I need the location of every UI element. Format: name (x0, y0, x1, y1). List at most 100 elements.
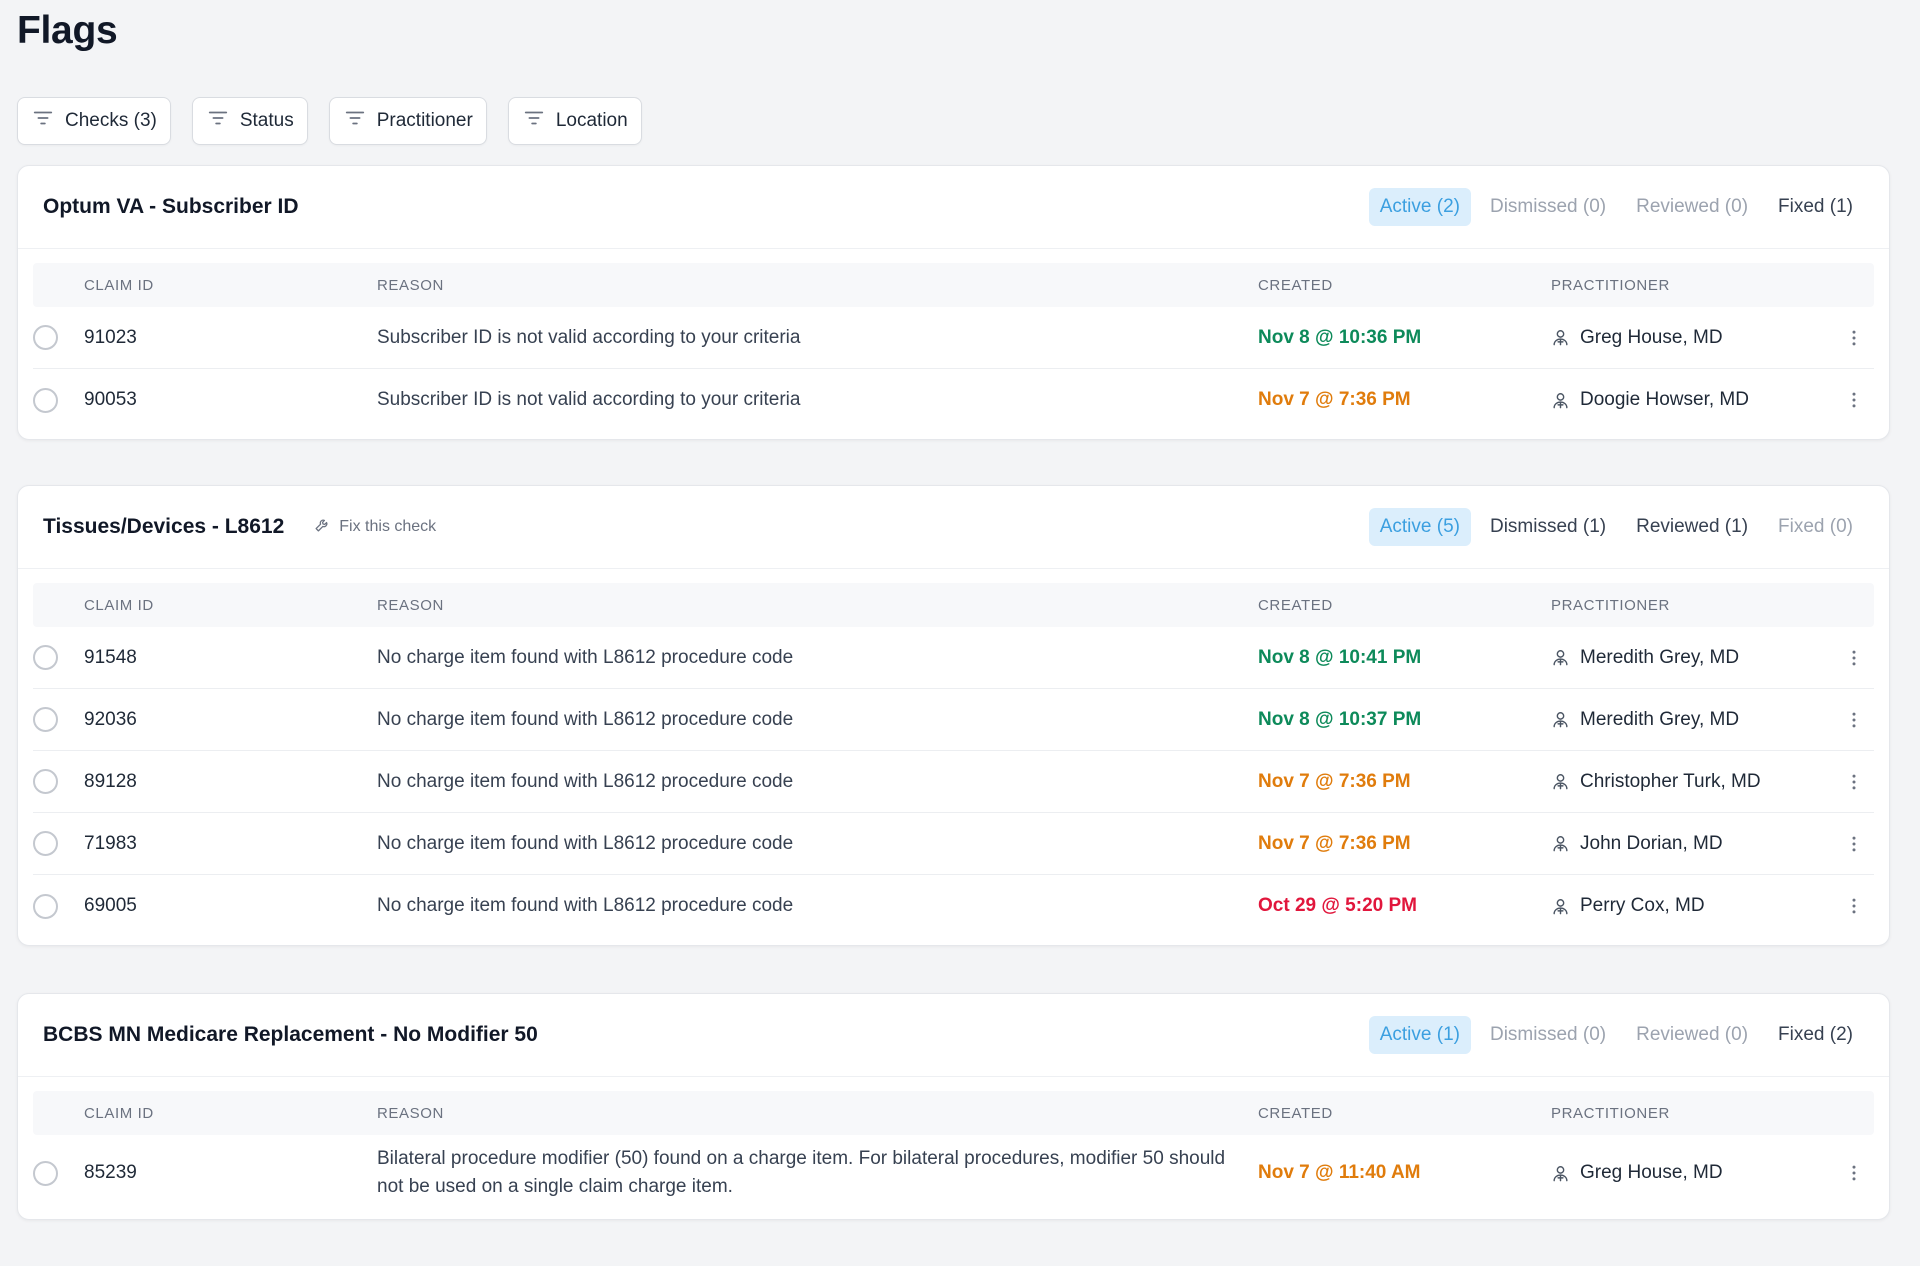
table-row[interactable]: 91023 Subscriber ID is not valid accordin… (33, 307, 1874, 369)
tab-active[interactable]: Active (2) (1368, 188, 1471, 226)
tab-reviewed[interactable]: Reviewed (1) (1625, 508, 1759, 546)
flag-reason: Bilateral procedure modifier (50) found … (377, 1148, 1226, 1197)
table-row[interactable]: 92036 No charge item found with L8612 pro… (33, 689, 1874, 751)
tab-fixed[interactable]: Fixed (0) (1767, 508, 1864, 546)
flags-table: CLAIM ID REASON CREATED PRACTITIONER 91548 No… (33, 583, 1874, 937)
filter-label: Location (555, 110, 628, 131)
practitioner-name: Greg House, MD (1580, 326, 1723, 348)
created-timestamp: Nov 7 @ 7:36 PM (1258, 832, 1411, 854)
filter-bar: Checks (3) Status Practitioner Location (17, 97, 1903, 145)
claim-id[interactable]: 92036 (84, 709, 377, 731)
tab-reviewed[interactable]: Reviewed (0) (1625, 1016, 1759, 1054)
tab-reviewed[interactable]: Reviewed (0) (1625, 188, 1759, 226)
column-header-reason: REASON (377, 276, 444, 294)
claim-id[interactable]: 89128 (84, 771, 377, 793)
page-title: Flags (17, 9, 118, 52)
tab-fixed[interactable]: Fixed (1) (1767, 188, 1864, 226)
more-options-icon[interactable] (1844, 1163, 1864, 1183)
table-row[interactable]: 90053 Subscriber ID is not valid accordin… (33, 369, 1874, 431)
status-tabs: Active (2) Dismissed (0) Reviewed (0) Fixed… (1368, 188, 1864, 226)
flag-reason: Subscriber ID is not valid according to … (377, 326, 801, 348)
created-timestamp: Nov 7 @ 7:36 PM (1258, 389, 1411, 410)
more-options-icon[interactable] (1844, 648, 1864, 668)
row-select-radio[interactable] (33, 831, 58, 856)
filter-status-button[interactable]: Status (191, 97, 308, 145)
filter-location-button[interactable]: Location (507, 97, 642, 145)
row-select-radio[interactable] (33, 893, 58, 919)
practitioner-name: Christopher Turk, MD (1580, 770, 1761, 792)
more-options-icon[interactable] (1844, 834, 1864, 854)
filter-icon (207, 107, 229, 135)
filter-label: Checks (3) (65, 110, 157, 131)
column-header-claim-id: CLAIM ID (84, 1104, 154, 1122)
table-row[interactable]: 71983 No charge item found with L8612 pro… (33, 813, 1874, 875)
fix-check-link[interactable]: Fix this check (314, 516, 436, 538)
column-header-practitioner: PRACTITIONER (1551, 1104, 1670, 1122)
table-row[interactable]: 89128 No charge item found with L8612 pro… (33, 751, 1874, 813)
column-header-practitioner: PRACTITIONER (1551, 276, 1670, 294)
tab-dismissed[interactable]: Dismissed (0) (1479, 1016, 1617, 1054)
column-header-created: CREATED (1258, 1104, 1333, 1122)
row-select-radio[interactable] (33, 769, 58, 794)
tab-active[interactable]: Active (5) (1368, 508, 1471, 546)
section-title: BCBS MN Medicare Replacement - No Modifi… (43, 1023, 538, 1046)
practitioner-name: Meredith Grey, MD (1580, 646, 1740, 668)
claim-id[interactable]: 71983 (84, 833, 377, 855)
column-header-reason: REASON (377, 596, 444, 614)
created-timestamp: Nov 7 @ 7:36 PM (1258, 770, 1411, 792)
created-timestamp: Nov 8 @ 10:36 PM (1258, 326, 1422, 348)
practitioner-name: John Dorian, MD (1580, 832, 1723, 854)
table-row[interactable]: 69005 No charge item found with L8612 pro… (33, 875, 1874, 937)
row-select-radio[interactable] (33, 1160, 58, 1186)
fix-check-label: Fix this check (339, 518, 437, 535)
flag-reason: No charge item found with L8612 procedur… (377, 895, 794, 916)
tab-dismissed[interactable]: Dismissed (1) (1479, 508, 1617, 546)
tab-fixed[interactable]: Fixed (2) (1767, 1016, 1864, 1054)
created-timestamp: Oct 29 @ 5:20 PM (1258, 895, 1417, 916)
wrench-icon (314, 516, 331, 538)
claim-id[interactable]: 91023 (84, 327, 377, 349)
more-options-icon[interactable] (1844, 390, 1864, 410)
flag-reason: No charge item found with L8612 procedur… (377, 708, 794, 730)
practitioner-name: Doogie Howser, MD (1580, 389, 1749, 410)
row-select-radio[interactable] (33, 707, 58, 732)
table-header: CLAIM ID REASON CREATED PRACTITIONER (33, 583, 1874, 627)
claim-id[interactable]: 85239 (84, 1162, 377, 1184)
more-options-icon[interactable] (1844, 328, 1864, 348)
practitioner-name: Meredith Grey, MD (1580, 708, 1740, 730)
column-header-claim-id: CLAIM ID (84, 596, 154, 614)
row-select-radio[interactable] (33, 325, 58, 350)
tab-active[interactable]: Active (1) (1368, 1016, 1471, 1054)
tab-dismissed[interactable]: Dismissed (0) (1479, 188, 1617, 226)
row-select-radio[interactable] (33, 645, 58, 670)
practitioner-icon (1551, 772, 1570, 791)
status-tabs: Active (5) Dismissed (1) Reviewed (1) Fixed… (1368, 508, 1864, 546)
flag-reason: No charge item found with L8612 procedur… (377, 646, 794, 668)
more-options-icon[interactable] (1844, 896, 1864, 916)
flags-page: Flags Checks (3) Status Practitioner Loc… (0, 0, 1920, 1266)
practitioner-icon (1551, 897, 1570, 916)
filter-checks-button[interactable]: Checks (3) (17, 97, 171, 145)
flag-section-card: BCBS MN Medicare Replacement - No Modifi… (17, 993, 1890, 1220)
practitioner-icon (1551, 710, 1570, 729)
column-header-practitioner: PRACTITIONER (1551, 596, 1670, 614)
practitioner-icon (1551, 328, 1570, 347)
section-header: BCBS MN Medicare Replacement - No Modifi… (18, 994, 1889, 1077)
table-header: CLAIM ID REASON CREATED PRACTITIONER (33, 1091, 1874, 1135)
more-options-icon[interactable] (1844, 772, 1864, 792)
column-header-created: CREATED (1258, 596, 1333, 614)
claim-id[interactable]: 90053 (84, 389, 377, 411)
flag-section-card: Optum VA - Subscriber ID Active (2) Dismis… (17, 165, 1890, 440)
flag-reason: No charge item found with L8612 procedur… (377, 832, 794, 854)
row-select-radio[interactable] (33, 387, 58, 413)
table-row[interactable]: 85239 Bilateral procedure modifier (50) f… (33, 1135, 1874, 1211)
flags-table: CLAIM ID REASON CREATED PRACTITIONER 91023 Su… (33, 263, 1874, 431)
more-options-icon[interactable] (1844, 710, 1864, 730)
claim-id[interactable]: 69005 (84, 895, 377, 917)
claim-id[interactable]: 91548 (84, 647, 377, 669)
status-tabs: Active (1) Dismissed (0) Reviewed (0) Fixed… (1368, 1016, 1864, 1054)
table-row[interactable]: 91548 No charge item found with L8612 pro… (33, 627, 1874, 689)
filter-icon (32, 107, 54, 135)
created-timestamp: Nov 8 @ 10:41 PM (1258, 646, 1422, 668)
filter-practitioner-button[interactable]: Practitioner (328, 97, 487, 145)
